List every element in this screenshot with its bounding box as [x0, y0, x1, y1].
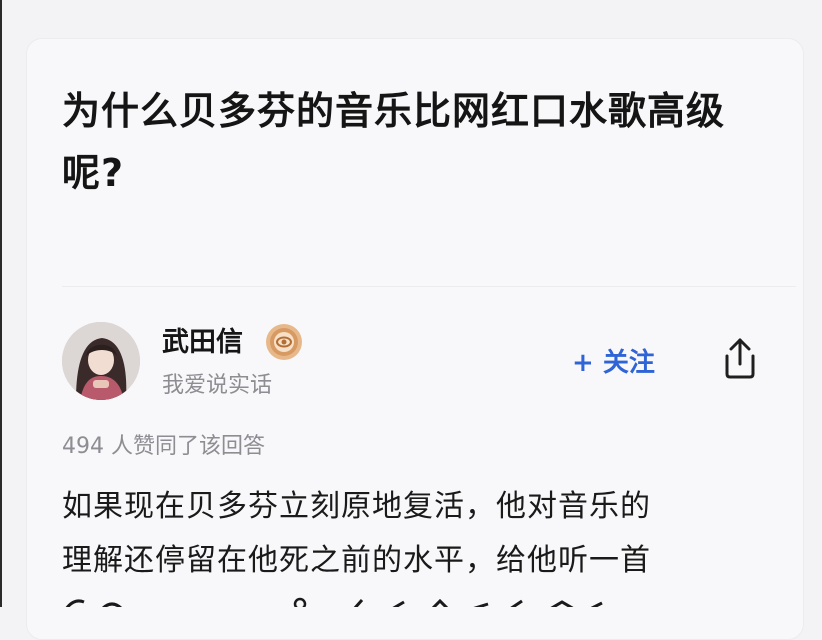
follow-button[interactable]: + 关注	[572, 342, 655, 379]
avatar-image	[62, 322, 140, 400]
honor-badge-icon	[266, 324, 302, 360]
answer-line: 如果现在贝多芬立刻原地复活，他对音乐的	[62, 489, 651, 524]
answer-content[interactable]: 如果现在贝多芬立刻原地复活，他对音乐的 理解还停留在他死之前的水平，给他听一首	[62, 480, 782, 588]
share-icon[interactable]	[718, 334, 762, 382]
clipped-text-fragment	[65, 597, 603, 607]
divider	[62, 286, 796, 287]
avatar[interactable]	[62, 322, 140, 400]
author-bio: 我爱说实话	[162, 373, 273, 398]
vote-count: 494 人赞同了该回答	[62, 434, 265, 459]
answer-line: 理解还停留在他死之前的水平，给他听一首	[62, 543, 651, 578]
window-edge	[0, 0, 2, 607]
question-title[interactable]: 为什么贝多芬的音乐比网红口水歌高级 呢?	[62, 80, 782, 204]
author-name[interactable]: 武田信	[162, 320, 243, 359]
answer-line-clipped	[62, 594, 782, 607]
question-title-line: 呢?	[62, 151, 125, 195]
question-title-line: 为什么贝多芬的音乐比网红口水歌高级	[62, 89, 726, 133]
